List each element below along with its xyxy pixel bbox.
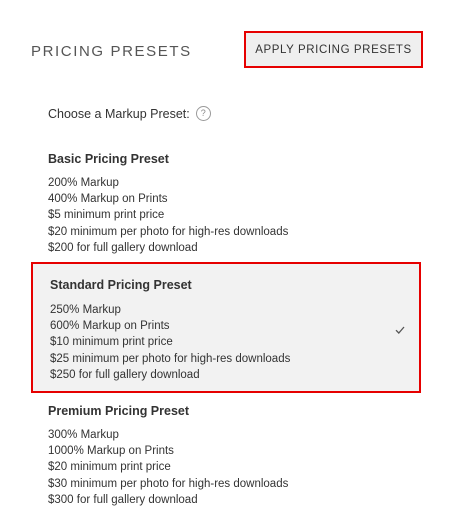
preset-name: Basic Pricing Preset — [48, 152, 169, 166]
preset-detail-line: $25 minimum per photo for high-res downl… — [50, 352, 291, 365]
preset-details: 250% Markup 600% Markup on Prints $10 mi… — [50, 302, 290, 383]
preset-detail-line: 600% Markup on Prints — [50, 320, 170, 333]
preset-detail-line: $10 minimum print price — [50, 336, 173, 349]
preset-name: Standard Pricing Preset — [50, 278, 192, 292]
preset-option-standard[interactable]: Standard Pricing Preset 250% Markup 600%… — [31, 262, 421, 393]
preset-detail-line: $300 for full gallery download — [48, 493, 198, 506]
markup-preset-prompt: Choose a Markup Preset: ? — [48, 106, 211, 121]
preset-option-basic[interactable]: Basic Pricing Preset 200% Markup 400% Ma… — [31, 146, 421, 258]
preset-detail-line: 400% Markup on Prints — [48, 193, 168, 206]
page-title: PRICING PRESETS — [31, 43, 192, 60]
preset-details: 300% Markup 1000% Markup on Prints $20 m… — [48, 427, 288, 508]
preset-detail-line: 250% Markup — [50, 304, 121, 316]
markup-preset-label: Choose a Markup Preset: — [48, 106, 190, 121]
apply-pricing-presets-button[interactable]: APPLY PRICING PRESETS — [244, 31, 423, 68]
preset-detail-line: $200 for full gallery download — [48, 241, 198, 254]
preset-detail-line: $30 minimum per photo for high-res downl… — [48, 477, 289, 490]
checkmark-icon — [395, 326, 405, 334]
preset-detail-line: 200% Markup — [48, 177, 119, 189]
preset-details: 200% Markup 400% Markup on Prints $5 min… — [48, 175, 288, 256]
help-icon[interactable]: ? — [195, 106, 211, 121]
preset-detail-line: 300% Markup — [48, 429, 119, 441]
preset-detail-line: $5 minimum print price — [48, 209, 165, 222]
preset-option-premium[interactable]: Premium Pricing Preset 300% Markup 1000%… — [31, 397, 421, 515]
preset-name: Premium Pricing Preset — [48, 404, 190, 418]
preset-detail-line: $20 minimum per photo for high-res downl… — [48, 225, 289, 238]
preset-detail-line: 1000% Markup on Prints — [48, 445, 174, 458]
preset-detail-line: $20 minimum print price — [48, 461, 171, 474]
preset-detail-line: $250 for full gallery download — [50, 368, 200, 381]
